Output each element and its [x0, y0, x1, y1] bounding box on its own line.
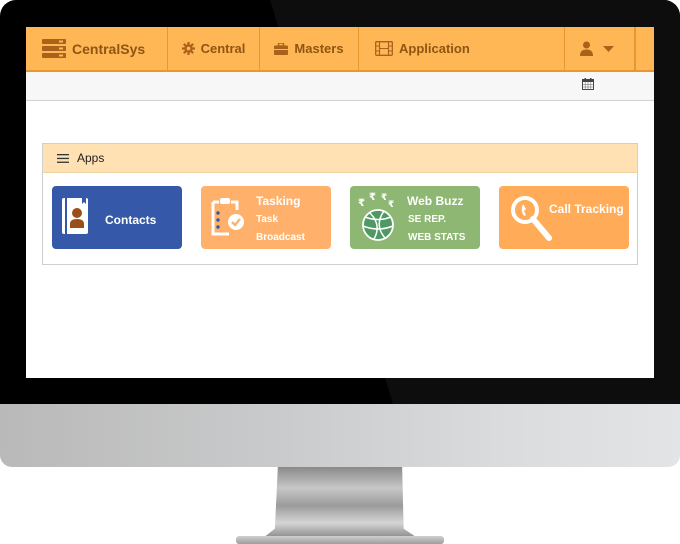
user-menu-toggle[interactable]	[565, 27, 635, 70]
app-tile-tasking[interactable]: Tasking Task Broadcast	[201, 186, 331, 249]
top-navbar: CentralSys Central Masters Application	[26, 27, 654, 72]
brand-label: CentralSys	[72, 40, 146, 57]
gear-icon	[181, 42, 195, 55]
app-tile-contacts[interactable]: Contacts	[52, 186, 182, 249]
svg-text:₹: ₹	[369, 192, 376, 203]
app-tile-web-buzz-title: Web Buzz	[407, 194, 464, 208]
menu-icon[interactable]	[57, 153, 69, 163]
svg-text:₹: ₹	[381, 193, 387, 203]
nav-spacer	[635, 27, 654, 70]
monitor-stand-base	[236, 536, 444, 544]
app-tile-contacts-title: Contacts	[105, 213, 157, 227]
briefcase-icon	[274, 42, 289, 55]
sub-toolbar	[26, 72, 654, 101]
apps-panel-header: Apps	[43, 144, 637, 173]
calendar-icon[interactable]	[582, 78, 594, 90]
nav-central-label: Central	[200, 41, 246, 56]
brand-link[interactable]: CentralSys	[26, 27, 168, 70]
monitor-chin	[0, 404, 680, 467]
app-tile-web-buzz[interactable]: ₹ ₹ ₹ ₹ Web Buzz SE REP. WEB STATS	[350, 186, 480, 249]
nav-application[interactable]: Application	[359, 27, 565, 70]
app-tile-web-buzz-sub-1: SE REP.	[408, 214, 447, 225]
server-icon	[42, 38, 66, 58]
svg-text:₹: ₹	[358, 198, 365, 209]
app-tile-tasking-sub-1: Task	[256, 214, 279, 225]
address-book-icon	[62, 196, 88, 234]
svg-text:₹: ₹	[388, 200, 394, 210]
globe-rupee-icon: ₹₹ ₹₹	[358, 192, 394, 241]
caret-down-icon	[602, 45, 614, 52]
monitor-stand	[266, 467, 414, 537]
apps-panel: Apps Contacts Tasking Task Broadcast ₹ ₹ ₹…	[42, 143, 638, 265]
app-tile-web-buzz-sub-2: WEB STATS	[408, 232, 466, 243]
nav-masters[interactable]: Masters	[260, 27, 359, 70]
screen: CentralSys Central Masters Application A…	[26, 27, 654, 378]
user-icon	[579, 41, 593, 56]
nav-masters-label: Masters	[294, 41, 344, 56]
film-icon	[375, 41, 393, 56]
nav-application-label: Application	[399, 41, 470, 56]
clipboard-check-icon	[211, 198, 244, 236]
nav-central[interactable]: Central	[168, 27, 260, 70]
app-tile-tasking-sub-2: Broadcast	[256, 232, 305, 243]
apps-panel-title: Apps	[77, 151, 105, 165]
app-tile-call-tracking[interactable]: Call Tracking	[499, 186, 629, 249]
app-tile-call-tracking-title: Call Tracking	[549, 202, 624, 216]
app-tile-tasking-title: Tasking	[256, 194, 301, 208]
